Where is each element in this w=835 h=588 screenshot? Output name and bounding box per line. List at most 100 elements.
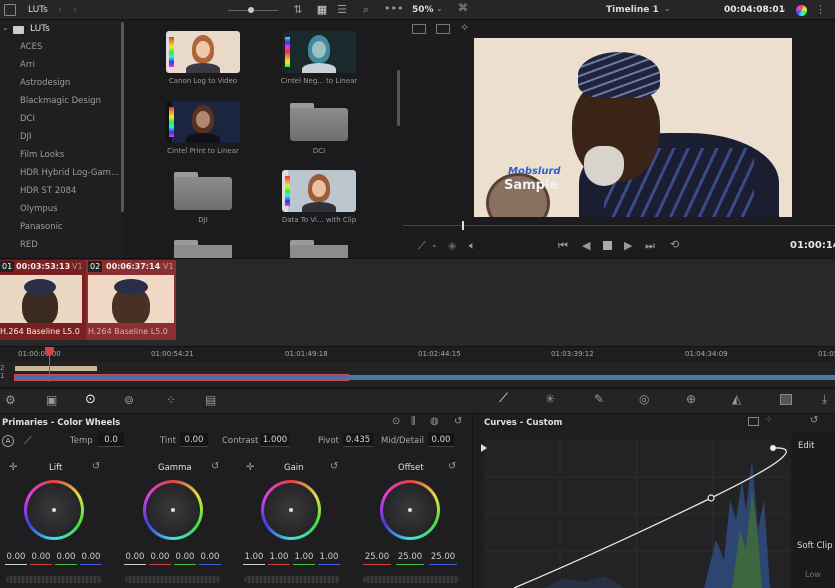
rgb-mixer-icon[interactable]: ⁘ <box>166 394 176 406</box>
gamma-r-value[interactable]: 0.00 <box>149 550 171 565</box>
grid-view-icon[interactable]: ▦ <box>316 4 328 15</box>
gain-y-value[interactable]: 1.00 <box>243 550 265 565</box>
color-scope-icon[interactable] <box>796 5 807 16</box>
tree-item-aces[interactable]: ACES <box>20 42 42 52</box>
lut-folder-dci[interactable] <box>290 103 348 141</box>
viewer-layout-icon-2[interactable] <box>436 24 450 34</box>
log-mode-icon[interactable]: ◍ <box>430 417 439 427</box>
tree-item-olympus[interactable]: Olympus <box>20 204 58 214</box>
contrast-field[interactable]: 1.000 <box>260 433 290 447</box>
curves-reset-icon[interactable]: ↺ <box>810 416 818 426</box>
play-icon[interactable]: ▶︎ <box>624 240 632 251</box>
clip-card-2[interactable]: 02 00:06:37:14 V1 H.264 Baseline L5.0 <box>86 260 176 340</box>
video-frame[interactable]: Mobslurd Sample <box>474 38 792 217</box>
lift-crosshair-icon[interactable]: ✛ <box>9 463 17 473</box>
grid-scrollbar[interactable] <box>397 70 400 126</box>
viewer-more-icon[interactable]: ⋮ <box>815 4 826 15</box>
viewer-layout-icon-1[interactable] <box>412 24 426 34</box>
middetail-field[interactable]: 0.00 <box>428 433 454 447</box>
gamma-g-value[interactable]: 0.00 <box>174 550 196 565</box>
lift-b-value[interactable]: 0.00 <box>80 550 102 565</box>
gain-wheel[interactable] <box>261 480 321 540</box>
bars-mode-icon[interactable]: ⫼ <box>411 417 416 427</box>
lut-thumb-data-to-video[interactable] <box>282 170 356 212</box>
zoom-chevron-icon[interactable]: ⌄ <box>436 5 443 13</box>
gain-g-value[interactable]: 1.00 <box>293 550 315 565</box>
motion-effects-icon[interactable]: ▤ <box>205 394 216 406</box>
tree-scrollbar[interactable] <box>121 22 124 212</box>
zoom-select[interactable]: 50% <box>412 5 434 15</box>
tree-item-arri[interactable]: Arri <box>20 60 35 70</box>
wheel-center-dot[interactable] <box>171 508 175 512</box>
wheel-center-dot[interactable] <box>52 508 56 512</box>
temp-field[interactable]: 0.0 <box>98 433 124 447</box>
wheel-center-dot[interactable] <box>289 508 293 512</box>
offset-r-value[interactable]: 25.00 <box>363 550 391 565</box>
gain-master-slider[interactable] <box>244 576 340 583</box>
magic-wand-icon[interactable]: ✧ <box>460 22 469 33</box>
gain-r-value[interactable]: 1.00 <box>268 550 290 565</box>
gain-b-value[interactable]: 1.00 <box>318 550 340 565</box>
lift-g-value[interactable]: 0.00 <box>55 550 77 565</box>
lift-master-slider[interactable] <box>6 576 102 583</box>
tree-item-film-looks[interactable]: Film Looks <box>20 150 64 160</box>
step-back-icon[interactable]: ◀︎ <box>582 240 590 251</box>
curves-options-icon[interactable] <box>748 417 759 426</box>
blur-icon[interactable] <box>780 394 792 405</box>
gamma-master-slider[interactable] <box>125 576 221 583</box>
offset-g-value[interactable]: 25.00 <box>396 550 424 565</box>
gamma-y-value[interactable]: 0.00 <box>124 550 146 565</box>
loop-icon[interactable]: ⟲ <box>670 239 679 250</box>
curves-dots-icon[interactable]: ⁘ <box>765 416 773 425</box>
back-icon[interactable]: ‹ <box>55 4 65 15</box>
tree-item-astrodesign[interactable]: Astrodesign <box>20 78 70 88</box>
gamma-reset-icon[interactable]: ↺ <box>211 462 219 472</box>
lut-thumb-cintel-print[interactable] <box>166 101 240 143</box>
track-v2-clip[interactable] <box>15 366 97 371</box>
gain-reset-icon[interactable]: ↺ <box>330 462 338 472</box>
hdr-wheels-icon[interactable]: ⊚ <box>124 394 134 406</box>
timeline-chevron-icon[interactable]: ⌄ <box>664 5 671 13</box>
tracker-icon[interactable]: ⊕ <box>686 393 696 405</box>
duration-chevron-icon[interactable]: ⌄ <box>780 5 787 13</box>
target-icon[interactable]: ⊙ <box>392 417 400 427</box>
color-match-icon[interactable]: ▣ <box>46 394 57 406</box>
offset-reset-icon[interactable]: ↺ <box>448 462 456 472</box>
offset-wheel[interactable] <box>380 480 440 540</box>
collapse-chevron-icon[interactable]: ⌄ <box>2 24 9 32</box>
color-warper-icon[interactable]: ✳︎ <box>545 393 555 405</box>
tree-item-hdr-hlg[interactable]: HDR Hybrid Log-Gam... <box>20 168 119 178</box>
tree-item-blackmagic[interactable]: Blackmagic Design <box>20 96 101 106</box>
sort-icon[interactable]: ⇅ <box>292 4 304 15</box>
tree-item-hdr-st2084[interactable]: HDR ST 2084 <box>20 186 76 196</box>
skip-end-icon[interactable]: ⏭︎ <box>645 240 655 251</box>
curve-black-point[interactable] <box>481 444 487 452</box>
scrub-playhead[interactable] <box>462 221 464 230</box>
lift-r-value[interactable]: 0.00 <box>30 550 52 565</box>
eyedropper-tool-icon[interactable]: ⟋ <box>418 240 426 251</box>
camera-raw-icon[interactable]: ⚙︎ <box>5 394 16 406</box>
lut-folder-dji[interactable] <box>174 172 232 210</box>
key-icon[interactable]: ⤓ <box>822 393 827 405</box>
slider-handle[interactable] <box>248 7 254 13</box>
viewer-options-icon[interactable]: ⌘ <box>458 4 468 14</box>
eyedropper-chevron-icon[interactable]: ⌄ <box>431 241 438 249</box>
search-icon[interactable]: ⌕ <box>360 4 372 15</box>
window-icon[interactable]: ◎ <box>639 393 649 405</box>
skip-start-icon[interactable]: ⏮︎ <box>558 240 568 251</box>
tree-item-dji[interactable]: DJI <box>20 132 32 142</box>
list-view-icon[interactable]: ☰ <box>336 4 348 15</box>
curves-icon[interactable]: ⟋ <box>499 392 508 405</box>
stop-icon[interactable] <box>603 241 612 250</box>
wheel-center-dot[interactable] <box>408 508 412 512</box>
picker-icon[interactable]: ⟋ <box>24 435 32 446</box>
pivot-field[interactable]: 0.435 <box>343 433 373 447</box>
sidebar-toggle-icon[interactable] <box>4 4 16 16</box>
timeline-name[interactable]: Timeline 1 <box>606 5 659 15</box>
track-v1-clip[interactable] <box>348 375 835 380</box>
magic-mask-icon[interactable]: ◭ <box>732 393 741 405</box>
tree-item-panasonic[interactable]: Panasonic <box>20 222 63 232</box>
lift-reset-icon[interactable]: ↺ <box>92 462 100 472</box>
layers-icon[interactable]: ◈ <box>448 240 456 251</box>
lift-wheel[interactable] <box>24 480 84 540</box>
